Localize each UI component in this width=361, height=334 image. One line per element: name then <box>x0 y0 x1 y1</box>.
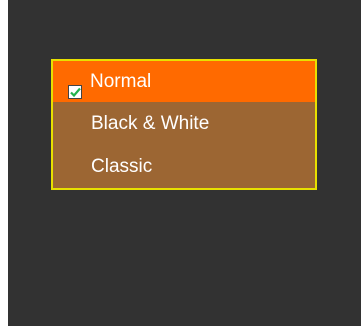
menu-item-black-white[interactable]: Black & White <box>53 102 315 145</box>
menu-item-label: Normal <box>90 71 152 92</box>
menu-item-classic[interactable]: Classic <box>53 145 315 188</box>
check-icon <box>68 74 83 99</box>
screen: Normal Black & White Classic <box>8 0 361 326</box>
color-mode-menu: Normal Black & White Classic <box>51 59 317 190</box>
menu-item-label: Classic <box>91 156 153 177</box>
menu-item-normal[interactable]: Normal <box>53 61 315 102</box>
menu-item-label: Black & White <box>91 113 210 134</box>
